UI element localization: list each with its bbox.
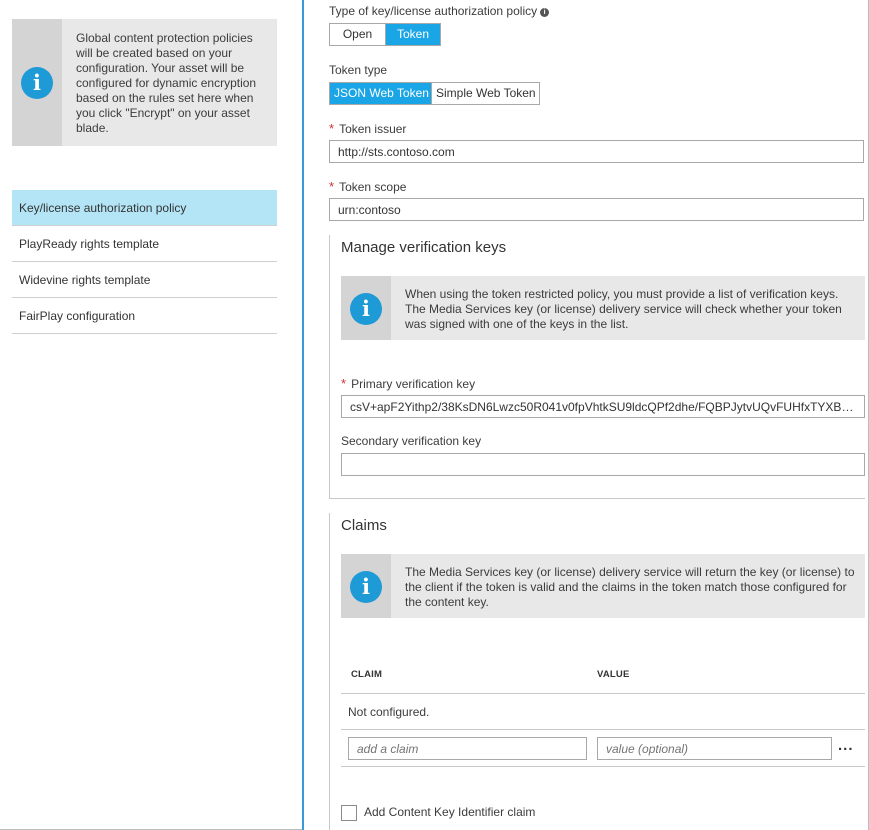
token-issuer-label-text: Token issuer: [339, 122, 407, 136]
verification-keys-section: Manage verification keys i When using th…: [329, 235, 865, 499]
table-header-divider: [341, 693, 865, 694]
primary-key-label: * Primary verification key: [341, 376, 475, 391]
primary-verification-key-input[interactable]: [341, 395, 865, 418]
table-bottom-divider: [341, 766, 865, 767]
secondary-verification-key-input[interactable]: [341, 453, 865, 476]
token-scope-label-text: Token scope: [339, 180, 407, 194]
policy-type-token-button[interactable]: Token: [385, 24, 440, 45]
info-tooltip-icon[interactable]: i: [540, 8, 550, 17]
info-icon: i: [350, 571, 382, 603]
nav-item-key-license-authorization-policy[interactable]: Key/license authorization policy: [12, 190, 277, 226]
content-key-identifier-checkbox[interactable]: [341, 805, 357, 821]
right-blade: Type of key/license authorization policy…: [304, 0, 869, 830]
table-row-divider: [341, 729, 865, 730]
claims-empty-text: Not configured.: [348, 705, 430, 719]
required-marker: *: [329, 121, 335, 136]
nav-item-widevine-rights-template[interactable]: Widevine rights template: [12, 262, 277, 298]
token-scope-label: * Token scope: [329, 179, 406, 194]
more-icon[interactable]: ...: [838, 737, 854, 754]
nav-item-fairplay-configuration[interactable]: FairPlay configuration: [12, 298, 277, 334]
claims-info-text: The Media Services key (or license) deli…: [405, 565, 855, 609]
token-type-jwt-button[interactable]: JSON Web Token: [330, 83, 431, 104]
claims-title: Claims: [341, 517, 387, 534]
policy-type-toggle: Open Token: [329, 23, 441, 46]
global-policy-info-text: Global content protection policies will …: [76, 31, 257, 135]
policy-nav-list: Key/license authorization policy PlayRea…: [12, 190, 277, 334]
claim-column-header: CLAIM: [351, 669, 383, 680]
info-icon: i: [350, 293, 382, 325]
required-marker: *: [341, 376, 347, 391]
verification-keys-title: Manage verification keys: [341, 239, 507, 256]
token-scope-input[interactable]: [329, 198, 864, 221]
token-type-toggle: JSON Web Token Simple Web Token: [329, 82, 540, 105]
token-type-swt-button[interactable]: Simple Web Token: [431, 83, 539, 104]
claims-info-box: i The Media Services key (or license) de…: [341, 554, 865, 618]
primary-key-label-text: Primary verification key: [351, 377, 476, 391]
content-key-identifier-label[interactable]: Add Content Key Identifier claim: [364, 805, 535, 819]
policy-type-open-button[interactable]: Open: [330, 24, 385, 45]
token-issuer-label: * Token issuer: [329, 121, 406, 136]
nav-item-playready-rights-template[interactable]: PlayReady rights template: [12, 226, 277, 262]
verification-keys-info-box: i When using the token restricted policy…: [341, 276, 865, 340]
token-issuer-input[interactable]: [329, 140, 864, 163]
global-policy-info-box: i Global content protection policies wil…: [12, 19, 277, 146]
add-claim-input[interactable]: [348, 737, 587, 760]
section-bottom-divider: [330, 498, 865, 499]
claims-section: Claims i The Media Services key (or lice…: [329, 513, 865, 830]
left-blade: i Global content protection policies wil…: [0, 0, 303, 830]
info-icon: i: [21, 67, 53, 99]
policy-type-label: Type of key/license authorization policy…: [329, 4, 550, 18]
policy-type-label-text: Type of key/license authorization policy: [329, 4, 538, 18]
verification-keys-info-text: When using the token restricted policy, …: [405, 287, 842, 331]
secondary-key-label: Secondary verification key: [341, 434, 482, 448]
required-marker: *: [329, 179, 335, 194]
claim-value-input[interactable]: [597, 737, 832, 760]
token-type-label: Token type: [329, 63, 388, 77]
value-column-header: VALUE: [597, 669, 630, 680]
